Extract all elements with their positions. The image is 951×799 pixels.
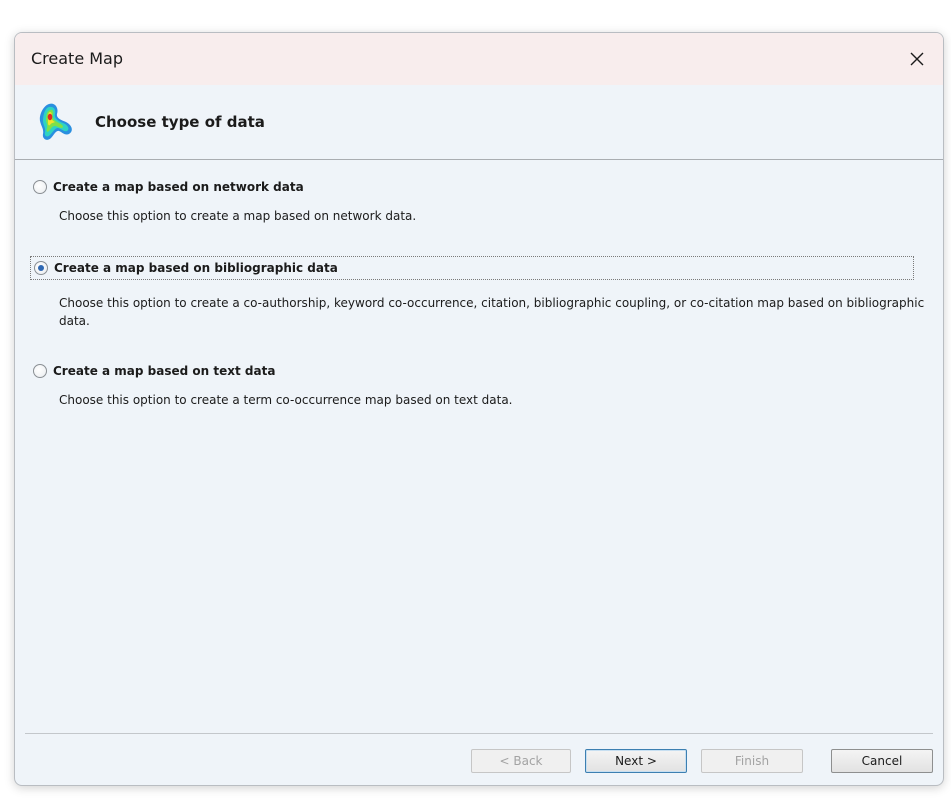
window-title: Create Map [31, 49, 124, 68]
back-button[interactable]: < Back [471, 749, 571, 773]
cancel-button[interactable]: Cancel [831, 749, 933, 773]
footer-divider [25, 733, 933, 734]
option-bibliographic-data[interactable]: Create a map based on bibliographic data [30, 256, 914, 280]
option-label: Create a map based on bibliographic data [54, 261, 338, 275]
radio-network-data[interactable] [33, 180, 47, 194]
option-text-data[interactable]: Create a map based on text data [33, 364, 275, 378]
vosviewer-density-logo-icon [39, 103, 72, 140]
option-network-data[interactable]: Create a map based on network data [33, 180, 304, 194]
close-button[interactable] [891, 33, 943, 85]
radio-text-data[interactable] [33, 364, 47, 378]
next-button[interactable]: Next > [585, 749, 687, 773]
wizard-header: Choose type of data [15, 85, 943, 160]
option-label: Create a map based on text data [53, 364, 276, 378]
option-label: Create a map based on network data [53, 180, 304, 194]
option-description: Choose this option to create a map based… [59, 209, 417, 223]
page-heading: Choose type of data [95, 113, 265, 131]
finish-button[interactable]: Finish [701, 749, 803, 773]
title-bar: Create Map [15, 33, 943, 85]
option-description: Choose this option to create a co-author… [59, 296, 925, 328]
radio-bibliographic-data[interactable] [34, 261, 48, 275]
option-description: Choose this option to create a term co-o… [59, 393, 513, 407]
close-icon [910, 52, 924, 66]
create-map-dialog: Create Map Choose type of data Create a … [14, 32, 944, 786]
